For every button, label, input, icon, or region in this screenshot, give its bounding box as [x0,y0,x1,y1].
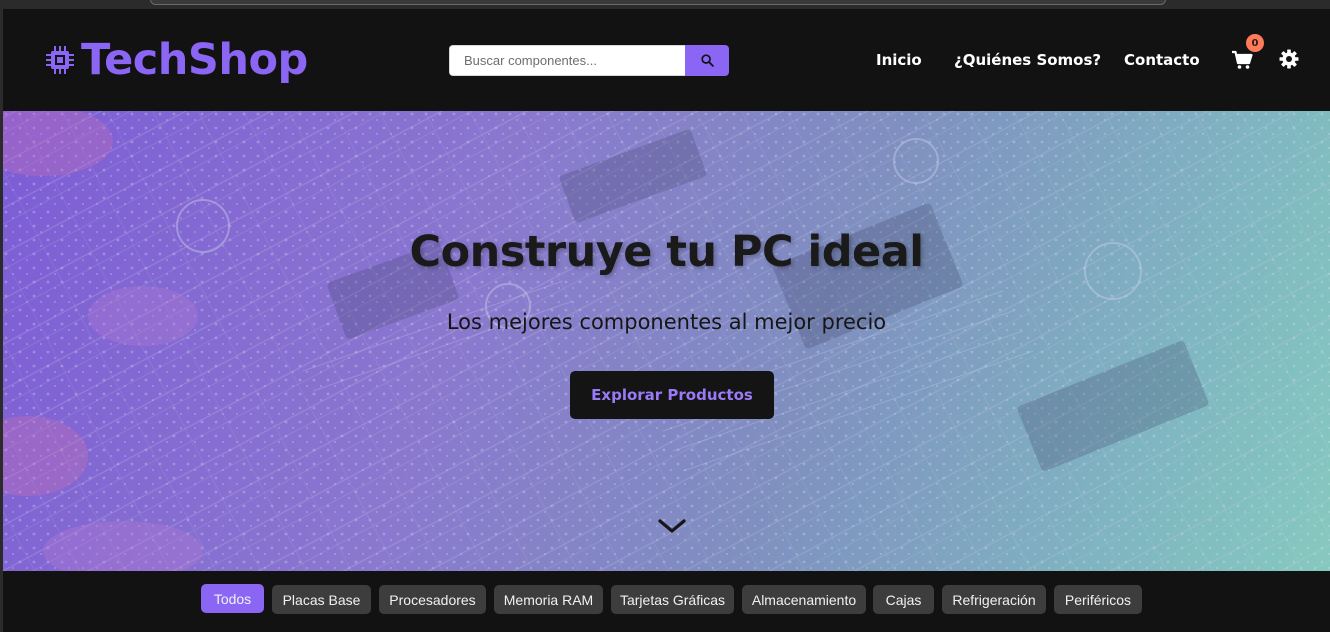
chip-icon [46,46,74,74]
chevron-down-icon[interactable] [657,516,687,536]
brand-name: TechShop [81,35,308,85]
category-todos[interactable]: Todos [201,584,264,613]
category-memoria-ram[interactable]: Memoria RAM [494,585,603,614]
category-procesadores[interactable]: Procesadores [379,585,486,614]
category-perifericos[interactable]: Periféricos [1054,585,1142,614]
browser-top-strip [0,0,1330,9]
gear-icon[interactable] [1279,49,1299,69]
search-button[interactable] [685,45,729,76]
category-tarjetas-graficas[interactable]: Tarjetas Gráficas [611,585,734,614]
search-icon [700,54,714,67]
category-refrigeracion[interactable]: Refrigeración [942,585,1046,614]
nav-link-quienes-somos[interactable]: ¿Quiénes Somos? [954,51,1101,69]
explore-products-button[interactable]: Explorar Productos [570,371,774,419]
category-placas-base[interactable]: Placas Base [272,585,371,614]
search-bar [449,45,729,76]
browser-address-bar-edge [150,0,1166,5]
site-header: TechShop Inicio ¿Quiénes Somos? Contacto… [3,9,1330,111]
hero-banner: Construye tu PC ideal Los mejores compon… [3,111,1330,571]
category-almacenamiento[interactable]: Almacenamiento [742,585,866,614]
hero-subtitle: Los mejores componentes al mejor precio [446,310,887,334]
category-cajas[interactable]: Cajas [873,585,934,614]
nav-link-contacto[interactable]: Contacto [1124,51,1200,69]
cart-icon[interactable] [1231,50,1253,70]
search-input[interactable] [449,45,685,76]
brand-logo[interactable]: TechShop [45,35,308,85]
hero-title: Construye tu PC ideal [409,227,924,277]
cart-count-badge: 0 [1246,34,1264,52]
nav-link-inicio[interactable]: Inicio [876,51,922,69]
circuit-board-background [3,111,1330,571]
page-viewport: TechShop Inicio ¿Quiénes Somos? Contacto… [3,9,1330,632]
category-filter-bar: Todos Placas Base Procesadores Memoria R… [3,571,1330,632]
